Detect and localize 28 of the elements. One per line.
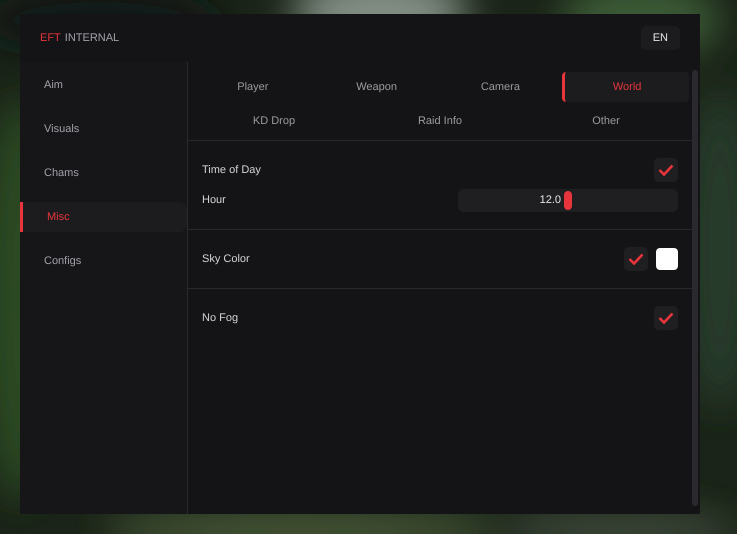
tab[interactable]: KD Drop — [191, 106, 357, 136]
sidebar-item[interactable]: Misc — [20, 202, 187, 232]
option-label: Sky Color — [202, 252, 250, 267]
sidebar-item[interactable]: Chams — [20, 158, 187, 188]
slider-track[interactable]: 12.0 — [458, 188, 678, 212]
tab[interactable]: Weapon — [314, 72, 438, 102]
checkmark-icon — [658, 312, 674, 324]
sidebar-item[interactable]: Configs — [20, 246, 187, 276]
slider-value: 12.0 — [540, 192, 561, 208]
option-label: No Fog — [202, 310, 238, 326]
slider-thumb[interactable] — [564, 190, 572, 210]
checkmark-icon — [628, 253, 644, 265]
tab[interactable]: Camera — [438, 72, 562, 102]
option-label: Hour — [202, 192, 226, 208]
language-button[interactable]: EN — [640, 26, 680, 50]
checkbox[interactable] — [654, 306, 678, 330]
sidebar-item[interactable]: Visuals — [20, 114, 187, 144]
checkmark-icon — [658, 164, 674, 176]
tab[interactable]: World — [562, 72, 689, 102]
checkbox[interactable] — [624, 247, 648, 271]
sidebar-item[interactable]: Aim — [20, 70, 187, 100]
app-logo: EFT INTERNAL — [40, 30, 120, 46]
tab[interactable]: Player — [191, 72, 315, 102]
tab[interactable]: Other — [523, 106, 689, 136]
tab[interactable]: Raid Info — [357, 106, 523, 136]
option-label: Time of Day — [202, 162, 261, 178]
color-swatch[interactable] — [656, 248, 678, 270]
checkbox[interactable] — [654, 158, 678, 182]
